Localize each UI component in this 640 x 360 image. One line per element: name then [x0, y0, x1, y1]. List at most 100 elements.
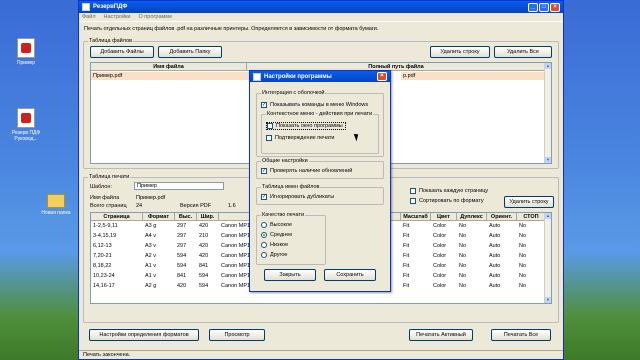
dialog-save-button[interactable]: Сохранить: [324, 269, 376, 281]
minimize-icon[interactable]: _: [528, 2, 538, 12]
print-table-cell[interactable]: No: [517, 282, 546, 290]
print-table-cell[interactable]: A3 g: [143, 222, 175, 230]
print-table-cell[interactable]: 297: [175, 242, 197, 250]
print-table-cell[interactable]: A2 v: [143, 252, 175, 260]
print-table-cell[interactable]: 841: [197, 262, 219, 270]
desktop-icon-manual[interactable]: Резерв ПДФ Руковод...: [2, 108, 50, 142]
file-row-name[interactable]: Пример.pdf: [91, 72, 247, 80]
print-table-cell[interactable]: 297: [175, 232, 197, 240]
print-scrollbar[interactable]: ▲ ▼: [544, 213, 551, 303]
print-table-cell[interactable]: Fit: [401, 282, 431, 290]
quality-high-radio[interactable]: Высокое: [261, 222, 292, 228]
print-table-cell[interactable]: Color: [431, 232, 457, 240]
print-confirm-checkbox[interactable]: Подтверждение печати: [266, 135, 335, 141]
print-active-button[interactable]: Печатать Активный: [409, 329, 473, 341]
print-table-cell[interactable]: Fit: [401, 272, 431, 280]
print-table-cell[interactable]: 14,16-17: [91, 282, 143, 290]
print-table-cell[interactable]: Color: [431, 252, 457, 260]
preview-button[interactable]: Просмотр: [209, 329, 265, 341]
print-table-cell[interactable]: Fit: [401, 222, 431, 230]
print-table-cell[interactable]: 594: [197, 282, 219, 290]
print-table-cell[interactable]: A1 v: [143, 262, 175, 270]
print-table-cell[interactable]: No: [517, 262, 546, 270]
col-header-orient[interactable]: Ориент.: [487, 213, 517, 221]
format-settings-button[interactable]: Настройки определения форматов: [89, 329, 199, 341]
print-table-cell[interactable]: Fit: [401, 262, 431, 270]
col-header-duplex[interactable]: Дуплекс: [457, 213, 487, 221]
print-table-cell[interactable]: 841: [175, 272, 197, 280]
file-row-path-right[interactable]: р.pdf: [401, 72, 546, 80]
print-delete-row-button[interactable]: Удалить строку: [504, 196, 554, 208]
print-all-button[interactable]: Печатать Все: [491, 329, 551, 341]
col-header-page[interactable]: Страница: [91, 213, 143, 221]
maximize-icon[interactable]: □: [539, 2, 549, 12]
scroll-up-icon[interactable]: ▲: [545, 63, 551, 69]
print-table-cell[interactable]: Fit: [401, 232, 431, 240]
print-table-cell[interactable]: Color: [431, 222, 457, 230]
desktop-icon-new-folder[interactable]: Новая папка: [32, 190, 80, 216]
add-files-button[interactable]: Добавить Файлы: [90, 46, 154, 58]
col-header-scale[interactable]: Масштаб: [401, 213, 431, 221]
scroll-down-icon[interactable]: ▼: [545, 297, 551, 303]
print-table-cell[interactable]: No: [457, 222, 487, 230]
dialog-close-icon[interactable]: ×: [377, 72, 387, 81]
print-table-cell[interactable]: 3-4,15,19: [91, 232, 143, 240]
print-table-cell[interactable]: 8,18,22: [91, 262, 143, 270]
print-table-cell[interactable]: No: [457, 272, 487, 280]
print-table-cell[interactable]: 7,20-21: [91, 252, 143, 260]
print-table-cell[interactable]: No: [457, 232, 487, 240]
print-table-cell[interactable]: 420: [197, 222, 219, 230]
files-scrollbar[interactable]: ▲ ▼: [544, 63, 551, 163]
print-table-cell[interactable]: No: [517, 242, 546, 250]
print-table-cell[interactable]: No: [457, 242, 487, 250]
print-table-cell[interactable]: Color: [431, 242, 457, 250]
print-table-cell[interactable]: No: [517, 232, 546, 240]
print-table-cell[interactable]: Fit: [401, 252, 431, 260]
col-header-format[interactable]: Формат: [143, 213, 175, 221]
col-header-width[interactable]: Шир.: [197, 213, 219, 221]
print-table-cell[interactable]: Auto: [487, 272, 517, 280]
menu-file[interactable]: Файл: [82, 14, 96, 20]
print-table-cell[interactable]: 420: [197, 252, 219, 260]
print-table-cell[interactable]: Fit: [401, 242, 431, 250]
col-header-height[interactable]: Выс.: [175, 213, 197, 221]
print-table-cell[interactable]: 210: [197, 232, 219, 240]
template-field[interactable]: Пример: [134, 182, 224, 190]
dialog-close-button[interactable]: Закрыть: [264, 269, 316, 281]
print-table-cell[interactable]: No: [457, 262, 487, 270]
print-table-cell[interactable]: Auto: [487, 232, 517, 240]
delete-all-button[interactable]: Удалить Все: [494, 46, 552, 58]
print-table-cell[interactable]: Color: [431, 282, 457, 290]
print-table-cell[interactable]: Auto: [487, 222, 517, 230]
scroll-up-icon[interactable]: ▲: [545, 213, 551, 219]
print-table-cell[interactable]: 10,23-24: [91, 272, 143, 280]
print-table-cell[interactable]: A2 g: [143, 282, 175, 290]
print-table-cell[interactable]: 6,12-13: [91, 242, 143, 250]
print-table-cell[interactable]: Auto: [487, 262, 517, 270]
print-table-cell[interactable]: Color: [431, 262, 457, 270]
close-icon[interactable]: ×: [550, 2, 560, 12]
print-table-cell[interactable]: 420: [197, 242, 219, 250]
show-each-page-checkbox[interactable]: Показать каждую страницу: [410, 188, 488, 194]
print-table-cell[interactable]: 1-2,5-9,11: [91, 222, 143, 230]
print-table-cell[interactable]: 594: [197, 272, 219, 280]
print-table-cell[interactable]: A4 v: [143, 232, 175, 240]
print-table-cell[interactable]: 420: [175, 282, 197, 290]
print-table-cell[interactable]: No: [457, 252, 487, 260]
menu-settings[interactable]: Настройки: [104, 14, 131, 20]
quality-low-radio[interactable]: Низкое: [261, 242, 288, 248]
print-table-cell[interactable]: 594: [175, 252, 197, 260]
print-table-cell[interactable]: Color: [431, 272, 457, 280]
print-table-cell[interactable]: No: [517, 272, 546, 280]
print-table-cell[interactable]: Auto: [487, 282, 517, 290]
col-header-stop[interactable]: СТОП: [517, 213, 546, 221]
col-header-filename[interactable]: Имя файла: [91, 63, 247, 71]
print-table-cell[interactable]: No: [517, 222, 546, 230]
show-menu-commands-checkbox[interactable]: ✓ Показывать команды в меню Windows: [261, 102, 368, 108]
print-table-cell[interactable]: Auto: [487, 242, 517, 250]
delete-row-button[interactable]: Удалить строку: [430, 46, 490, 58]
print-table-cell[interactable]: A3 v: [143, 242, 175, 250]
print-table-cell[interactable]: No: [517, 252, 546, 260]
col-header-color[interactable]: Цвет: [431, 213, 457, 221]
sort-by-format-checkbox[interactable]: Сортировать по формату: [410, 198, 484, 204]
